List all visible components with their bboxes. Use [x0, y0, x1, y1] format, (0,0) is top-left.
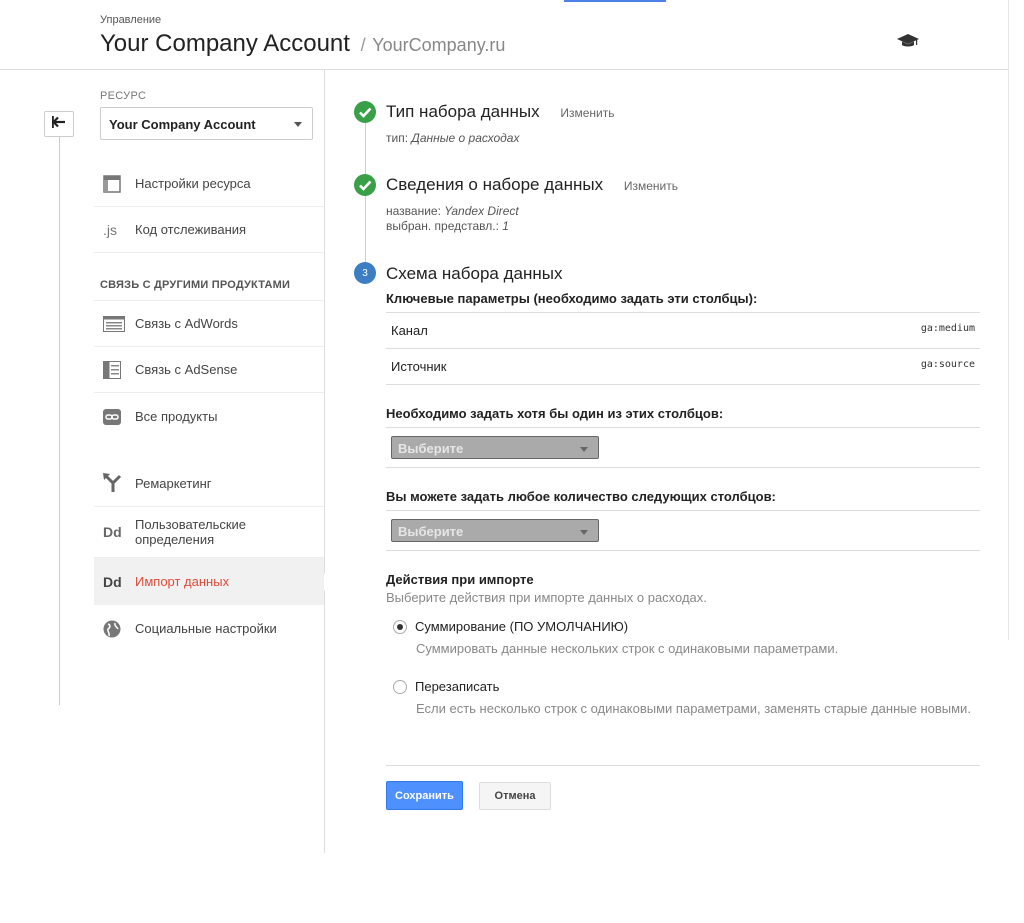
sidebar-item-label: Социальные настройки [135, 621, 277, 636]
adwords-icon [94, 315, 135, 332]
detail-label: выбран. представл.: [386, 219, 499, 233]
divider [386, 384, 980, 385]
sidebar-item-remarketing[interactable]: Ремаркетинг [94, 460, 324, 507]
globe-icon [94, 620, 135, 638]
back-button[interactable] [44, 111, 74, 137]
radio-overwrite[interactable] [393, 680, 407, 694]
step-number-badge: 3 [354, 262, 376, 284]
param-name: Канал [391, 323, 428, 338]
sidebar-guide-line [59, 120, 60, 705]
key-params-label: Ключевые параметры (необходимо задать эт… [386, 291, 758, 306]
sidebar-item-custom-definitions[interactable]: Dd Пользовательские определения [94, 507, 324, 558]
param-name: Источник [391, 359, 447, 374]
sidebar-item-all-products[interactable]: Все продукты [94, 393, 324, 440]
sidebar-divider [324, 70, 325, 853]
title-separator: / [360, 35, 366, 55]
required-columns-label: Необходимо задать хотя бы один из этих с… [386, 406, 724, 421]
sidebar-item-social-settings[interactable]: Социальные настройки [94, 605, 324, 652]
radio-sum[interactable] [393, 620, 407, 634]
adsense-icon [94, 360, 135, 379]
active-item-pointer [324, 573, 332, 591]
remarketing-icon [94, 473, 135, 493]
detail-label: название: [386, 204, 441, 218]
sidebar-item-label: Код отслеживания [135, 222, 247, 237]
sidebar-item-label: Импорт данных [135, 574, 230, 589]
select-value: Выберите [398, 441, 464, 456]
sidebar-item-label: Пользовательские определения [135, 517, 247, 547]
page-title: Your Company Account / YourCompany.ru [100, 30, 505, 58]
step1-title: Тип набора данных Изменить [386, 102, 614, 122]
link-icon [94, 408, 135, 425]
chevron-down-icon [580, 530, 588, 535]
step2-title-text: Сведения о наборе данных [386, 175, 604, 194]
divider [386, 550, 980, 551]
radio-sum-desc: Суммировать данные нескольких строк с од… [416, 641, 839, 656]
step2-title: Сведения о наборе данных Изменить [386, 175, 678, 195]
js-icon: .js [103, 221, 117, 238]
import-actions-subtitle: Выберите действия при импорте данных о р… [386, 590, 707, 605]
step1-title-text: Тип набора данных [386, 102, 540, 121]
sidebar-item-adwords[interactable]: Связь с AdWords [94, 301, 324, 347]
sidebar-item-label: Настройки ресурса [135, 176, 251, 191]
detail-value: 1 [502, 219, 509, 233]
dd-icon: Dd [103, 573, 122, 590]
radio-overwrite-label[interactable]: Перезаписать [415, 679, 499, 694]
step2-change-link[interactable]: Изменить [624, 179, 678, 193]
radio-sum-label[interactable]: Суммирование (ПО УМОЛЧАНИЮ) [415, 619, 628, 634]
divider [386, 427, 980, 428]
step-complete-icon [354, 101, 376, 123]
select-value: Выберите [398, 524, 464, 539]
detail-value: Yandex Direct [444, 204, 519, 218]
optional-column-select[interactable]: Выберите [391, 519, 599, 542]
radio-overwrite-desc: Если есть несколько строк с одинаковыми … [416, 701, 971, 716]
section-title-linking: СВЯЗЬ С ДРУГИМИ ПРОДУКТАМИ [100, 279, 291, 291]
chevron-down-icon [580, 447, 588, 452]
table-row: Источник ga:source [386, 348, 980, 384]
sidebar-item-label: Связь с AdWords [135, 316, 238, 331]
divider [386, 765, 980, 766]
page-header: Управление Your Company Account / YourCo… [0, 0, 1008, 70]
save-button[interactable]: Сохранить [386, 781, 463, 810]
table-row: Канал ga:medium [386, 312, 980, 348]
sidebar-item-label: Ремаркетинг [135, 475, 212, 491]
step2-detail: название: Yandex Direct выбран. представ… [386, 204, 519, 234]
breadcrumb[interactable]: Управление [100, 14, 161, 26]
sidebar-item-adsense[interactable]: Связь с AdSense [94, 347, 324, 393]
step-complete-icon [354, 174, 376, 196]
sidebar-item-property-settings[interactable]: Настройки ресурса [94, 161, 324, 207]
account-name: Your Company Account [100, 30, 350, 57]
cancel-button[interactable]: Отмена [479, 782, 551, 810]
back-arrow-icon [51, 115, 66, 133]
sidebar-item-label: Связь с AdSense [135, 362, 238, 377]
sidebar-item-data-import[interactable]: Dd Импорт данных [94, 558, 324, 605]
resource-select[interactable]: Your Company Account [100, 107, 313, 140]
param-code: ga:source [920, 359, 975, 370]
property-url: YourCompany.ru [372, 35, 506, 55]
required-column-select[interactable]: Выберите [391, 436, 599, 459]
property-settings-icon [94, 174, 135, 193]
param-code: ga:medium [920, 323, 975, 334]
optional-columns-label: Вы можете задать любое количество следую… [386, 489, 776, 504]
step1-change-link[interactable]: Изменить [560, 106, 614, 120]
divider [386, 510, 980, 511]
divider [386, 467, 980, 468]
import-actions-title: Действия при импорте [386, 572, 534, 587]
step3-title: Схема набора данных [386, 264, 563, 283]
detail-value: Данные о расходах [411, 131, 520, 145]
scrollbar-track[interactable] [1008, 0, 1024, 640]
resource-label: РЕСУРС [100, 90, 147, 102]
resource-select-value: Your Company Account [109, 117, 256, 132]
sidebar-item-label: Все продукты [135, 409, 218, 424]
chevron-down-icon [294, 122, 302, 127]
sidebar-item-tracking-code[interactable]: .js Код отслеживания [94, 207, 324, 253]
dd-icon: Dd [103, 524, 122, 540]
graduation-cap-icon[interactable] [896, 32, 920, 50]
detail-label: тип: [386, 131, 409, 145]
step1-detail: тип: Данные о расходах [386, 131, 519, 146]
